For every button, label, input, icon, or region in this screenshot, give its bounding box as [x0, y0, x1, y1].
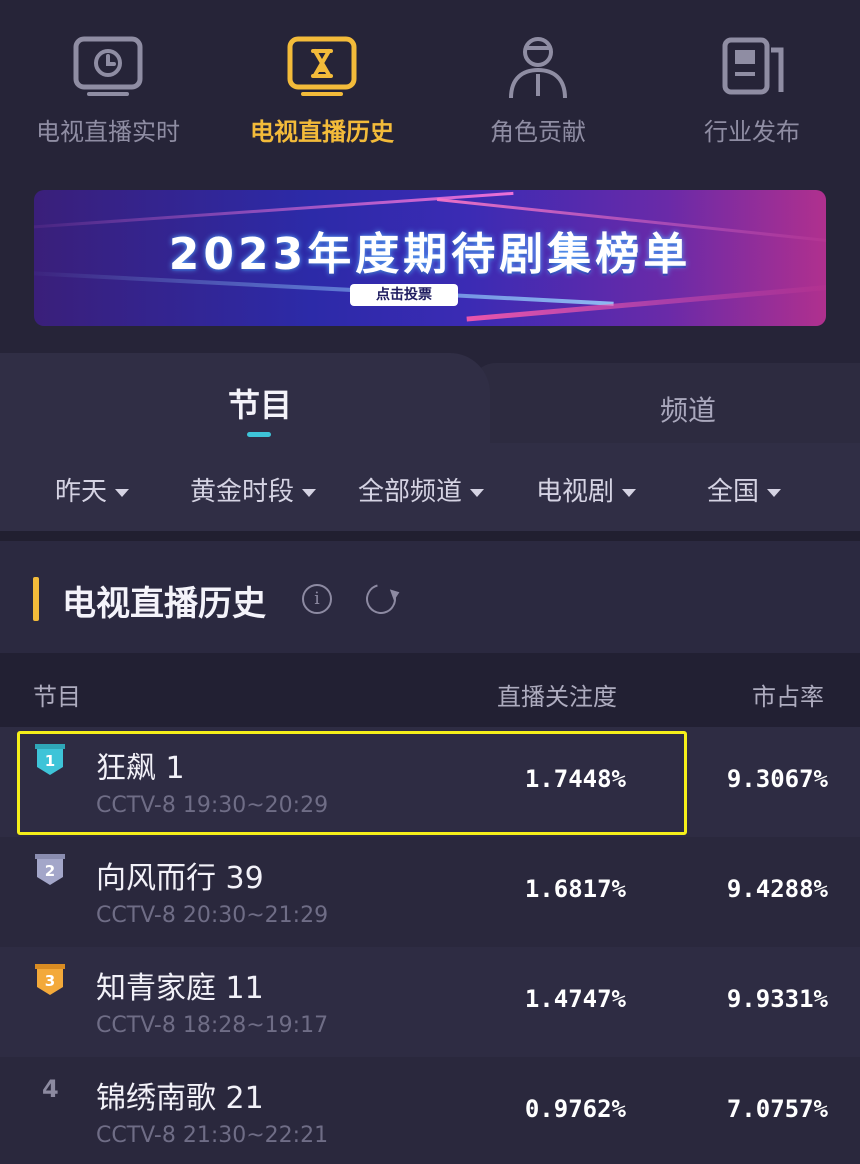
filter-channel[interactable]: 全部频道 — [358, 471, 485, 508]
info-icon[interactable]: i — [302, 584, 332, 614]
nav-label: 角色贡献 — [490, 118, 586, 146]
highlight-box — [17, 731, 687, 835]
refresh-icon[interactable] — [360, 578, 402, 620]
svg-text:3: 3 — [45, 972, 55, 990]
attention-value: 1.6817% — [524, 875, 626, 903]
program-schedule: CCTV-8 18:28~19:17 — [96, 1013, 329, 1038]
tab-channel[interactable]: 频道 — [628, 389, 748, 429]
rank-badge-silver-icon: 2 — [34, 853, 66, 887]
share-value: 9.3067% — [726, 765, 828, 793]
filter-genre[interactable]: 电视剧 — [536, 471, 637, 508]
caret-down-icon — [767, 488, 782, 497]
share-value: 7.0757% — [726, 1095, 828, 1123]
share-value: 9.9331% — [726, 985, 828, 1013]
nav-item-role-contribution[interactable]: 角色贡献 — [448, 34, 628, 147]
filter-date[interactable]: 昨天 — [55, 471, 130, 508]
caret-down-icon — [302, 488, 317, 497]
filter-region[interactable]: 全国 — [707, 471, 782, 508]
program-name: 向风而行 39 — [96, 861, 264, 896]
rank-number: 4 — [42, 1075, 59, 1103]
program-name: 知青家庭 11 — [96, 971, 264, 1006]
section-accent-bar — [33, 577, 39, 621]
nav-label: 电视直播历史 — [250, 118, 394, 146]
column-header-share[interactable]: 市占率 — [752, 677, 824, 712]
nav-item-industry-release[interactable]: 行业发布 — [662, 34, 842, 147]
share-value: 9.4288% — [726, 875, 828, 903]
table-row[interactable]: 4 锦绣南歌 21 CCTV-8 21:30~22:21 0.9762% 7.0… — [0, 1057, 860, 1164]
section-title: 电视直播历史 — [62, 584, 266, 624]
caret-down-icon — [115, 488, 130, 497]
program-schedule: CCTV-8 21:30~22:21 — [96, 1123, 329, 1148]
table-row[interactable]: 3 知青家庭 11 CCTV-8 18:28~19:17 1.4747% 9.9… — [0, 947, 860, 1057]
nav-item-live-history[interactable]: 电视直播历史 — [232, 34, 412, 147]
banner-title: 2023年度期待剧集榜单 — [168, 229, 692, 280]
tv-hourglass-icon — [287, 36, 357, 96]
nav-label: 电视直播实时 — [36, 118, 180, 146]
caret-down-icon — [470, 488, 485, 497]
person-icon — [509, 37, 567, 99]
column-header-attention[interactable]: 直播关注度 — [497, 677, 617, 712]
filter-bar: 昨天 黄金时段 全部频道 电视剧 全国 — [0, 443, 860, 531]
nav-item-live-realtime[interactable]: 电视直播实时 — [18, 34, 198, 147]
program-name: 锦绣南歌 21 — [96, 1081, 264, 1116]
table-header: 节目 直播关注度 市占率 — [0, 653, 860, 727]
tab-program[interactable]: 节目 — [200, 380, 320, 426]
vote-button[interactable]: 点击投票 — [350, 284, 458, 306]
caret-down-icon — [622, 488, 637, 497]
section-header: 电视直播历史 i — [0, 541, 860, 653]
table-row[interactable]: 2 向风而行 39 CCTV-8 20:30~21:29 1.6817% 9.4… — [0, 837, 860, 947]
tv-clock-icon — [73, 36, 143, 96]
top-nav: 电视直播实时 电视直播历史 角色贡献 行业发布 — [0, 0, 860, 170]
attention-value: 0.9762% — [524, 1095, 626, 1123]
tab-bar: 节目 频道 — [0, 353, 860, 443]
promo-banner[interactable]: 2023年度期待剧集榜单 点击投票 — [34, 190, 826, 326]
svg-text:2: 2 — [45, 862, 55, 880]
nav-label: 行业发布 — [704, 118, 800, 146]
column-header-program: 节目 — [33, 683, 81, 711]
rank-badge-bronze-icon: 3 — [34, 963, 66, 997]
program-schedule: CCTV-8 20:30~21:29 — [96, 903, 329, 928]
report-icon — [722, 37, 784, 95]
filter-time-slot[interactable]: 黄金时段 — [190, 471, 317, 508]
attention-value: 1.4747% — [524, 985, 626, 1013]
tab-underline — [247, 432, 271, 437]
